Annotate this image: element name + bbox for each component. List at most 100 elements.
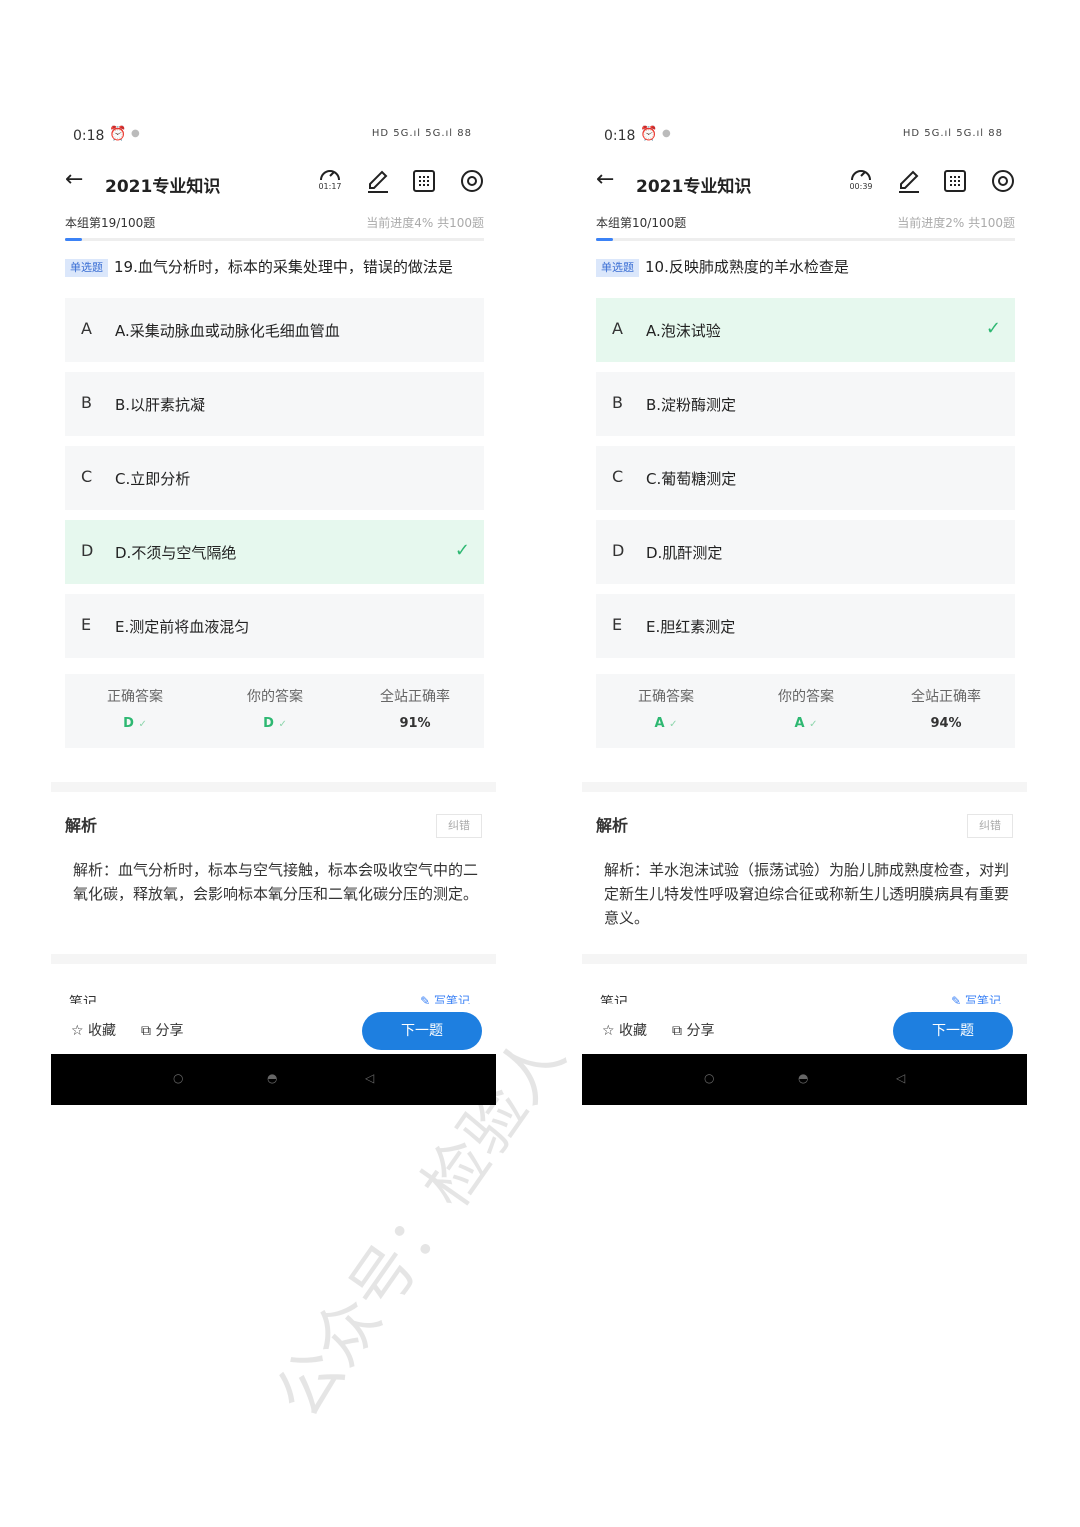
stat-value: A <box>654 716 665 731</box>
edit-icon[interactable] <box>896 168 922 194</box>
system-nav-bar: ○ ◓ ◁ <box>582 1054 1027 1105</box>
check-icon: ✓ <box>278 719 287 730</box>
question-text: 单选题 10.反映肺成熟度的羊水检查是 <box>596 256 1015 278</box>
notes-section: 笔记 ✎ 写笔记 <box>596 990 1015 1004</box>
question-stem: 10.反映肺成熟度的羊水检查是 <box>645 258 849 276</box>
section-divider <box>582 782 1027 792</box>
write-note-label: 写笔记 <box>964 994 1001 1004</box>
status-icons: HD 5G.ıl 5G.ıl 88 <box>371 128 472 139</box>
write-note-button[interactable]: ✎ 写笔记 <box>951 992 1001 1004</box>
bottom-action-bar: ☆ 收藏 ⧉ 分享 下一题 <box>51 1006 496 1054</box>
bottom-action-bar: ☆ 收藏 ⧉ 分享 下一题 <box>582 1006 1027 1054</box>
nav-back-icon[interactable]: ◁ <box>896 1071 905 1085</box>
answer-stats: 正确答案 D ✓ 你的答案 D ✓ 全站正确率 91% <box>65 674 484 748</box>
settings-icon[interactable] <box>990 168 1016 194</box>
notes-section: 笔记 ✎ 写笔记 <box>65 990 484 1004</box>
edit-icon[interactable] <box>365 168 391 194</box>
nav-recent-icon[interactable]: ○ <box>704 1071 714 1085</box>
nav-back-icon[interactable]: ◁ <box>365 1071 374 1085</box>
nav-home-icon[interactable]: ◓ <box>267 1071 277 1085</box>
next-question-button[interactable]: 下一题 <box>893 1012 1013 1050</box>
phone-screen-left: 0:18 ⏰ ● HD 5G.ıl 5G.ıl 88 ← 2021专业知识 01… <box>51 118 496 1105</box>
option-a[interactable]: A A.泡沫试验 ✓ <box>596 298 1015 362</box>
timer-icon <box>851 170 871 181</box>
answer-sheet-icon[interactable] <box>942 168 968 194</box>
option-c[interactable]: C C.立即分析 <box>65 446 484 510</box>
report-error-button[interactable]: 纠错 <box>436 814 482 838</box>
option-letter: E <box>612 615 623 634</box>
option-d[interactable]: D D.不须与空气隔绝 ✓ <box>65 520 484 584</box>
stat-label: 全站正确率 <box>911 689 981 705</box>
nav-recent-icon[interactable]: ○ <box>173 1071 183 1085</box>
stat-site-accuracy: 全站正确率 91% <box>345 686 485 731</box>
option-e[interactable]: E E.测定前将血液混匀 <box>65 594 484 658</box>
notes-label: 笔记 <box>600 995 628 1004</box>
status-bar: 0:18 ⏰ ● HD 5G.ıl 5G.ıl 88 <box>51 126 496 148</box>
check-icon: ✓ <box>809 719 818 730</box>
stat-site-accuracy: 全站正确率 94% <box>876 686 1016 731</box>
stat-label: 你的答案 <box>247 689 303 705</box>
section-divider <box>51 954 496 964</box>
option-d[interactable]: D D.肌酐测定 <box>596 520 1015 584</box>
settings-icon[interactable] <box>459 168 485 194</box>
option-letter: A <box>612 319 623 338</box>
alarm-icon: ⏰ <box>109 126 127 142</box>
stat-label: 正确答案 <box>107 689 163 705</box>
share-button[interactable]: ⧉ 分享 <box>672 1020 714 1040</box>
check-icon: ✓ <box>138 719 147 730</box>
answer-sheet-icon[interactable] <box>411 168 437 194</box>
timer-icon <box>320 170 340 181</box>
progress-row: 本组第10/100题 当前进度2% 共100题 <box>596 214 1015 232</box>
option-a[interactable]: A A.采集动脉血或动脉化毛细血管血 <box>65 298 484 362</box>
timer-button[interactable]: 01:17 <box>317 166 343 196</box>
section-divider <box>51 782 496 792</box>
stat-value: 94% <box>930 716 962 731</box>
option-text: E.测定前将血液混匀 <box>115 618 250 636</box>
option-letter: B <box>81 393 92 412</box>
notification-dot-icon: ● <box>131 128 140 139</box>
share-icon: ⧉ <box>141 1023 151 1039</box>
system-nav-bar: ○ ◓ ◁ <box>51 1054 496 1105</box>
back-arrow-icon[interactable]: ← <box>65 168 89 192</box>
options-list: A A.泡沫试验 ✓ B B.淀粉酶测定 C C.葡萄糖测定 D D.肌酐测定 … <box>596 298 1015 668</box>
group-counter: 本组第19/100题 <box>65 216 156 230</box>
star-icon: ☆ <box>71 1023 84 1039</box>
options-list: A A.采集动脉血或动脉化毛细血管血 B B.以肝素抗凝 C C.立即分析 D … <box>65 298 484 668</box>
stat-your-answer: 你的答案 A ✓ <box>736 686 876 731</box>
option-letter: B <box>612 393 623 412</box>
analysis-heading: 解析 <box>65 816 98 835</box>
stat-correct-answer: 正确答案 A ✓ <box>596 686 736 731</box>
option-text: B.淀粉酶测定 <box>646 396 737 414</box>
favorite-button[interactable]: ☆ 收藏 <box>602 1020 647 1040</box>
status-icons: HD 5G.ıl 5G.ıl 88 <box>902 128 1003 139</box>
progress-text: 当前进度4% 共100题 <box>366 216 484 230</box>
star-icon: ☆ <box>602 1023 615 1039</box>
option-text: C.葡萄糖测定 <box>646 470 737 488</box>
stat-label: 全站正确率 <box>380 689 450 705</box>
option-b[interactable]: B B.淀粉酶测定 <box>596 372 1015 436</box>
option-e[interactable]: E E.胆红素测定 <box>596 594 1015 658</box>
write-note-button[interactable]: ✎ 写笔记 <box>420 992 470 1004</box>
share-icon: ⧉ <box>672 1023 682 1039</box>
question-type-badge: 单选题 <box>65 259 108 277</box>
report-error-button[interactable]: 纠错 <box>967 814 1013 838</box>
option-c[interactable]: C C.葡萄糖测定 <box>596 446 1015 510</box>
option-text: B.以肝素抗凝 <box>115 396 206 414</box>
answer-stats: 正确答案 A ✓ 你的答案 A ✓ 全站正确率 94% <box>596 674 1015 748</box>
option-text: E.胆红素测定 <box>646 618 736 636</box>
nav-home-icon[interactable]: ◓ <box>798 1071 808 1085</box>
favorite-button[interactable]: ☆ 收藏 <box>71 1020 116 1040</box>
app-bar: ← 2021专业知识 01:17 <box>51 162 496 202</box>
favorite-label: 收藏 <box>88 1023 117 1039</box>
option-b[interactable]: B B.以肝素抗凝 <box>65 372 484 436</box>
progress-bar <box>596 238 1015 241</box>
back-arrow-icon[interactable]: ← <box>596 168 620 192</box>
page-title: 2021专业知识 <box>105 177 221 197</box>
timer-button[interactable]: 00:39 <box>848 166 874 196</box>
option-letter: D <box>612 541 625 560</box>
share-button[interactable]: ⧉ 分享 <box>141 1020 183 1040</box>
next-question-button[interactable]: 下一题 <box>362 1012 482 1050</box>
alarm-icon: ⏰ <box>640 126 658 142</box>
group-counter: 本组第10/100题 <box>596 216 687 230</box>
stat-label: 正确答案 <box>638 689 694 705</box>
